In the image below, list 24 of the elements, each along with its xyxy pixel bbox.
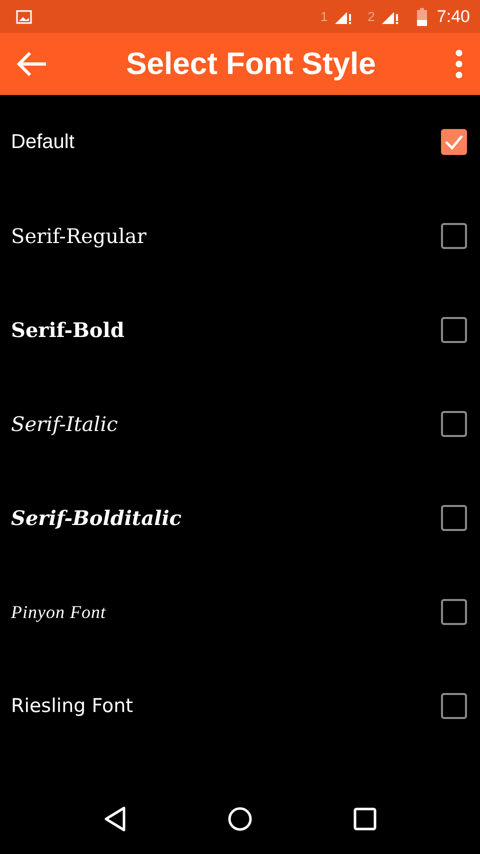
checkbox[interactable] [441, 505, 467, 531]
image-icon [16, 10, 32, 24]
font-option-label: Serif-Italic [11, 412, 119, 436]
checkbox[interactable] [441, 599, 467, 625]
sim-label: 2 [368, 9, 375, 24]
checkbox[interactable] [441, 411, 467, 437]
checkbox[interactable] [441, 693, 467, 719]
sim-label: 1 [320, 9, 328, 24]
font-option-label: Riesling Font [11, 695, 134, 717]
font-option-label: Default [11, 130, 76, 154]
back-nav-button[interactable] [103, 806, 127, 832]
recents-nav-button[interactable] [353, 807, 377, 831]
status-time: 7:40 [436, 6, 470, 26]
battery-icon [416, 8, 427, 26]
font-option-label: Pinyon Font [11, 602, 107, 622]
home-nav-button[interactable] [227, 806, 253, 832]
more-options-icon [454, 49, 464, 79]
checkbox[interactable] [441, 129, 467, 155]
checkbox[interactable] [441, 317, 467, 343]
font-option-label: Serif-Bold [11, 318, 126, 342]
font-option-label: Serif-Regular [11, 224, 148, 248]
screen-title: Select Font Style [125, 46, 377, 82]
checkbox[interactable] [441, 223, 467, 249]
font-option-label: Serif-Bolditalic [11, 506, 182, 530]
